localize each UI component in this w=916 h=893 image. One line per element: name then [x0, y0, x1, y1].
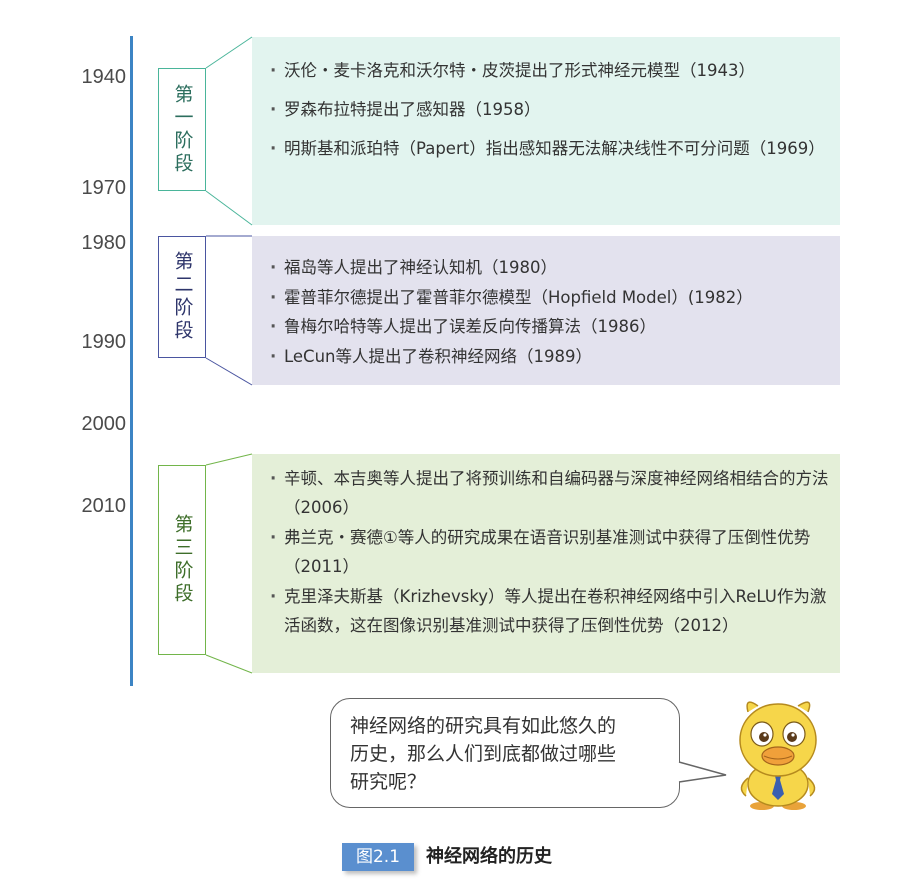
- stage2-list: 福岛等人提出了神经认知机（1980） 霍普菲尔德提出了霍普菲尔德模型（Hopfi…: [268, 254, 834, 372]
- stage1-label-box: 第一阶段: [158, 68, 206, 191]
- stage1-list: 沃伦・麦卡洛克和沃尔特・皮茨提出了形式神经元模型（1943） 罗森布拉特提出了感…: [268, 58, 834, 175]
- stage3-list: 辛顿、本吉奥等人提出了将预训练和自编码器与深度神经网络相结合的方法（2006） …: [268, 464, 834, 641]
- stage2-label-box: 第二阶段: [158, 236, 206, 358]
- stage1-label: 第一阶段: [171, 83, 194, 176]
- list-item: 霍普菲尔德提出了霍普菲尔德模型（Hopfield Model）(1982）: [268, 284, 834, 312]
- figure-number-badge: 图2.1: [342, 843, 414, 871]
- speech-bubble-text: 神经网络的研究具有如此悠久的 历史，那么人们到底都做过哪些 研究呢？: [350, 712, 680, 796]
- list-item: 弗兰克・赛德①等人的研究成果在语音识别基准测试中获得了压倒性优势（2011）: [268, 523, 834, 581]
- list-item: 罗森布拉特提出了感知器（1958）: [268, 97, 834, 123]
- year-label-1970: 1970: [81, 177, 127, 199]
- stage2-label: 第二阶段: [171, 251, 194, 343]
- yellow-bird-mascot-icon: [739, 701, 817, 810]
- list-item: 沃伦・麦卡洛克和沃尔特・皮茨提出了形式神经元模型（1943）: [268, 58, 834, 84]
- stage3-label: 第三阶段: [171, 514, 194, 606]
- list-item: 福岛等人提出了神经认知机（1980）: [268, 254, 834, 282]
- list-item: 克里泽夫斯基（Krizhevsky）等人提出在卷积神经网络中引入ReLU作为激活…: [268, 582, 834, 640]
- figure-caption: 神经网络的历史: [426, 846, 552, 867]
- list-item: 明斯基和派珀特（Papert）指出感知器无法解决线性不可分问题（1969）: [268, 136, 834, 162]
- speech-line: 研究呢？: [350, 771, 427, 793]
- list-item: LeCun等人提出了卷积神经网络（1989）: [268, 343, 834, 371]
- speech-line: 历史，那么人们到底都做过哪些: [350, 743, 617, 765]
- timeline-axis: [130, 36, 133, 686]
- speech-line: 神经网络的研究具有如此悠久的: [350, 715, 617, 737]
- year-label-1980: 1980: [81, 232, 127, 254]
- year-label-2000: 2000: [81, 413, 127, 435]
- stage3-label-box: 第三阶段: [158, 465, 206, 655]
- year-label-2010: 2010: [81, 495, 127, 517]
- year-label-1940: 1940: [81, 66, 127, 88]
- year-label-1990: 1990: [81, 331, 127, 353]
- list-item: 鲁梅尔哈特等人提出了误差反向传播算法（1986）: [268, 313, 834, 341]
- list-item: 辛顿、本吉奥等人提出了将预训练和自编码器与深度神经网络相结合的方法（2006）: [268, 464, 834, 522]
